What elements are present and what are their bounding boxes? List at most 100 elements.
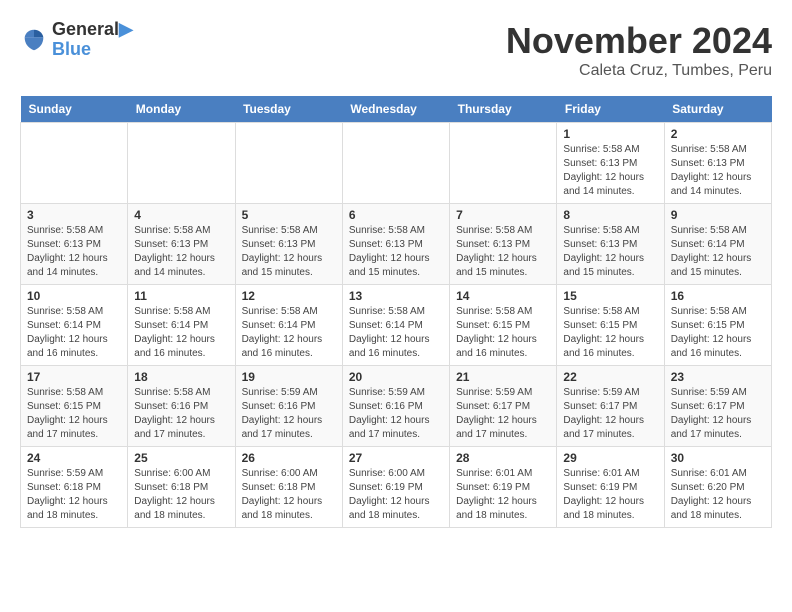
calendar-cell <box>128 123 235 204</box>
day-number: 30 <box>671 451 765 465</box>
calendar-cell: 18 Sunrise: 5:58 AM Sunset: 6:16 PM Dayli… <box>128 366 235 447</box>
day-number: 9 <box>671 208 765 222</box>
day-number: 14 <box>456 289 550 303</box>
day-number: 1 <box>563 127 657 141</box>
calendar-cell: 22 Sunrise: 5:59 AM Sunset: 6:17 PM Dayli… <box>557 366 664 447</box>
calendar-cell: 28 Sunrise: 6:01 AM Sunset: 6:19 PM Dayli… <box>450 447 557 528</box>
day-number: 18 <box>134 370 228 384</box>
calendar-cell <box>450 123 557 204</box>
day-info: Sunrise: 5:58 AM Sunset: 6:15 PM Dayligh… <box>671 305 765 361</box>
day-number: 4 <box>134 208 228 222</box>
logo-text: General▶ Blue <box>52 20 133 60</box>
day-number: 5 <box>242 208 336 222</box>
calendar-cell: 1 Sunrise: 5:58 AM Sunset: 6:13 PM Daylig… <box>557 123 664 204</box>
day-number: 8 <box>563 208 657 222</box>
weekday-header-cell: Tuesday <box>235 96 342 123</box>
day-info: Sunrise: 5:59 AM Sunset: 6:17 PM Dayligh… <box>671 386 765 442</box>
day-info: Sunrise: 6:00 AM Sunset: 6:19 PM Dayligh… <box>349 467 443 523</box>
day-info: Sunrise: 5:58 AM Sunset: 6:14 PM Dayligh… <box>349 305 443 361</box>
calendar-cell: 15 Sunrise: 5:58 AM Sunset: 6:15 PM Dayli… <box>557 285 664 366</box>
day-info: Sunrise: 5:59 AM Sunset: 6:17 PM Dayligh… <box>563 386 657 442</box>
day-info: Sunrise: 5:58 AM Sunset: 6:13 PM Dayligh… <box>349 224 443 280</box>
day-number: 11 <box>134 289 228 303</box>
day-number: 23 <box>671 370 765 384</box>
day-number: 24 <box>27 451 121 465</box>
day-number: 22 <box>563 370 657 384</box>
logo-icon <box>20 26 48 54</box>
calendar-body: 1 Sunrise: 5:58 AM Sunset: 6:13 PM Daylig… <box>21 123 772 528</box>
day-number: 10 <box>27 289 121 303</box>
day-info: Sunrise: 5:58 AM Sunset: 6:14 PM Dayligh… <box>134 305 228 361</box>
calendar-cell: 11 Sunrise: 5:58 AM Sunset: 6:14 PM Dayli… <box>128 285 235 366</box>
day-number: 13 <box>349 289 443 303</box>
day-number: 15 <box>563 289 657 303</box>
calendar-cell <box>342 123 449 204</box>
weekday-header-cell: Sunday <box>21 96 128 123</box>
day-info: Sunrise: 5:58 AM Sunset: 6:14 PM Dayligh… <box>27 305 121 361</box>
calendar-cell: 12Sunrise: 5:58 AM Sunset: 6:14 PM Dayli… <box>235 285 342 366</box>
calendar-cell: 19Sunrise: 5:59 AM Sunset: 6:16 PM Dayli… <box>235 366 342 447</box>
calendar-cell: 21Sunrise: 5:59 AM Sunset: 6:17 PM Dayli… <box>450 366 557 447</box>
day-info: Sunrise: 5:58 AM Sunset: 6:14 PM Dayligh… <box>242 305 336 361</box>
day-info: Sunrise: 6:01 AM Sunset: 6:19 PM Dayligh… <box>456 467 550 523</box>
day-number: 28 <box>456 451 550 465</box>
day-number: 6 <box>349 208 443 222</box>
calendar-cell: 9 Sunrise: 5:58 AM Sunset: 6:14 PM Daylig… <box>664 204 771 285</box>
weekday-header-cell: Monday <box>128 96 235 123</box>
day-number: 26 <box>242 451 336 465</box>
calendar-cell: 7Sunrise: 5:58 AM Sunset: 6:13 PM Daylig… <box>450 204 557 285</box>
location-subtitle: Caleta Cruz, Tumbes, Peru <box>506 62 772 80</box>
calendar-cell: 20 Sunrise: 5:59 AM Sunset: 6:16 PM Dayli… <box>342 366 449 447</box>
day-info: Sunrise: 6:01 AM Sunset: 6:20 PM Dayligh… <box>671 467 765 523</box>
day-number: 29 <box>563 451 657 465</box>
calendar-cell: 26Sunrise: 6:00 AM Sunset: 6:18 PM Dayli… <box>235 447 342 528</box>
calendar-week-row: 17 Sunrise: 5:58 AM Sunset: 6:15 PM Dayli… <box>21 366 772 447</box>
day-number: 20 <box>349 370 443 384</box>
weekday-header-row: SundayMondayTuesdayWednesdayThursdayFrid… <box>21 96 772 123</box>
calendar-cell: 4Sunrise: 5:58 AM Sunset: 6:13 PM Daylig… <box>128 204 235 285</box>
calendar-cell: 24Sunrise: 5:59 AM Sunset: 6:18 PM Dayli… <box>21 447 128 528</box>
calendar-cell: 13 Sunrise: 5:58 AM Sunset: 6:14 PM Dayli… <box>342 285 449 366</box>
month-title: November 2024 <box>506 20 772 62</box>
day-info: Sunrise: 5:58 AM Sunset: 6:15 PM Dayligh… <box>563 305 657 361</box>
calendar-cell: 6 Sunrise: 5:58 AM Sunset: 6:13 PM Daylig… <box>342 204 449 285</box>
day-number: 17 <box>27 370 121 384</box>
calendar-cell: 16 Sunrise: 5:58 AM Sunset: 6:15 PM Dayli… <box>664 285 771 366</box>
weekday-header-cell: Friday <box>557 96 664 123</box>
calendar-cell: 29Sunrise: 6:01 AM Sunset: 6:19 PM Dayli… <box>557 447 664 528</box>
calendar-cell: 2 Sunrise: 5:58 AM Sunset: 6:13 PM Daylig… <box>664 123 771 204</box>
day-info: Sunrise: 5:58 AM Sunset: 6:13 PM Dayligh… <box>27 224 121 280</box>
calendar-cell: 5Sunrise: 5:58 AM Sunset: 6:13 PM Daylig… <box>235 204 342 285</box>
calendar-cell <box>235 123 342 204</box>
calendar-cell: 8 Sunrise: 5:58 AM Sunset: 6:13 PM Daylig… <box>557 204 664 285</box>
calendar-cell: 14 Sunrise: 5:58 AM Sunset: 6:15 PM Dayli… <box>450 285 557 366</box>
day-number: 16 <box>671 289 765 303</box>
day-info: Sunrise: 5:59 AM Sunset: 6:16 PM Dayligh… <box>349 386 443 442</box>
calendar-cell: 27 Sunrise: 6:00 AM Sunset: 6:19 PM Dayli… <box>342 447 449 528</box>
calendar-week-row: 3 Sunrise: 5:58 AM Sunset: 6:13 PM Daylig… <box>21 204 772 285</box>
day-info: Sunrise: 6:00 AM Sunset: 6:18 PM Dayligh… <box>134 467 228 523</box>
day-info: Sunrise: 5:58 AM Sunset: 6:13 PM Dayligh… <box>671 143 765 199</box>
day-info: Sunrise: 5:58 AM Sunset: 6:13 PM Dayligh… <box>563 143 657 199</box>
calendar-week-row: 10 Sunrise: 5:58 AM Sunset: 6:14 PM Dayli… <box>21 285 772 366</box>
day-number: 2 <box>671 127 765 141</box>
calendar-cell: 30 Sunrise: 6:01 AM Sunset: 6:20 PM Dayli… <box>664 447 771 528</box>
calendar-cell <box>21 123 128 204</box>
day-number: 21 <box>456 370 550 384</box>
day-info: Sunrise: 5:58 AM Sunset: 6:15 PM Dayligh… <box>27 386 121 442</box>
day-info: Sunrise: 5:58 AM Sunset: 6:13 PM Dayligh… <box>563 224 657 280</box>
calendar-cell: 25 Sunrise: 6:00 AM Sunset: 6:18 PM Dayli… <box>128 447 235 528</box>
day-number: 27 <box>349 451 443 465</box>
day-info: Sunrise: 5:58 AM Sunset: 6:16 PM Dayligh… <box>134 386 228 442</box>
logo: General▶ Blue <box>20 20 133 60</box>
calendar-cell: 23 Sunrise: 5:59 AM Sunset: 6:17 PM Dayli… <box>664 366 771 447</box>
page-header: General▶ Blue November 2024 Caleta Cruz,… <box>20 20 772 80</box>
day-number: 25 <box>134 451 228 465</box>
day-info: Sunrise: 5:58 AM Sunset: 6:15 PM Dayligh… <box>456 305 550 361</box>
day-info: Sunrise: 5:59 AM Sunset: 6:16 PM Dayligh… <box>242 386 336 442</box>
day-info: Sunrise: 5:58 AM Sunset: 6:14 PM Dayligh… <box>671 224 765 280</box>
day-number: 7 <box>456 208 550 222</box>
day-number: 3 <box>27 208 121 222</box>
weekday-header-cell: Saturday <box>664 96 771 123</box>
calendar-week-row: 1 Sunrise: 5:58 AM Sunset: 6:13 PM Daylig… <box>21 123 772 204</box>
